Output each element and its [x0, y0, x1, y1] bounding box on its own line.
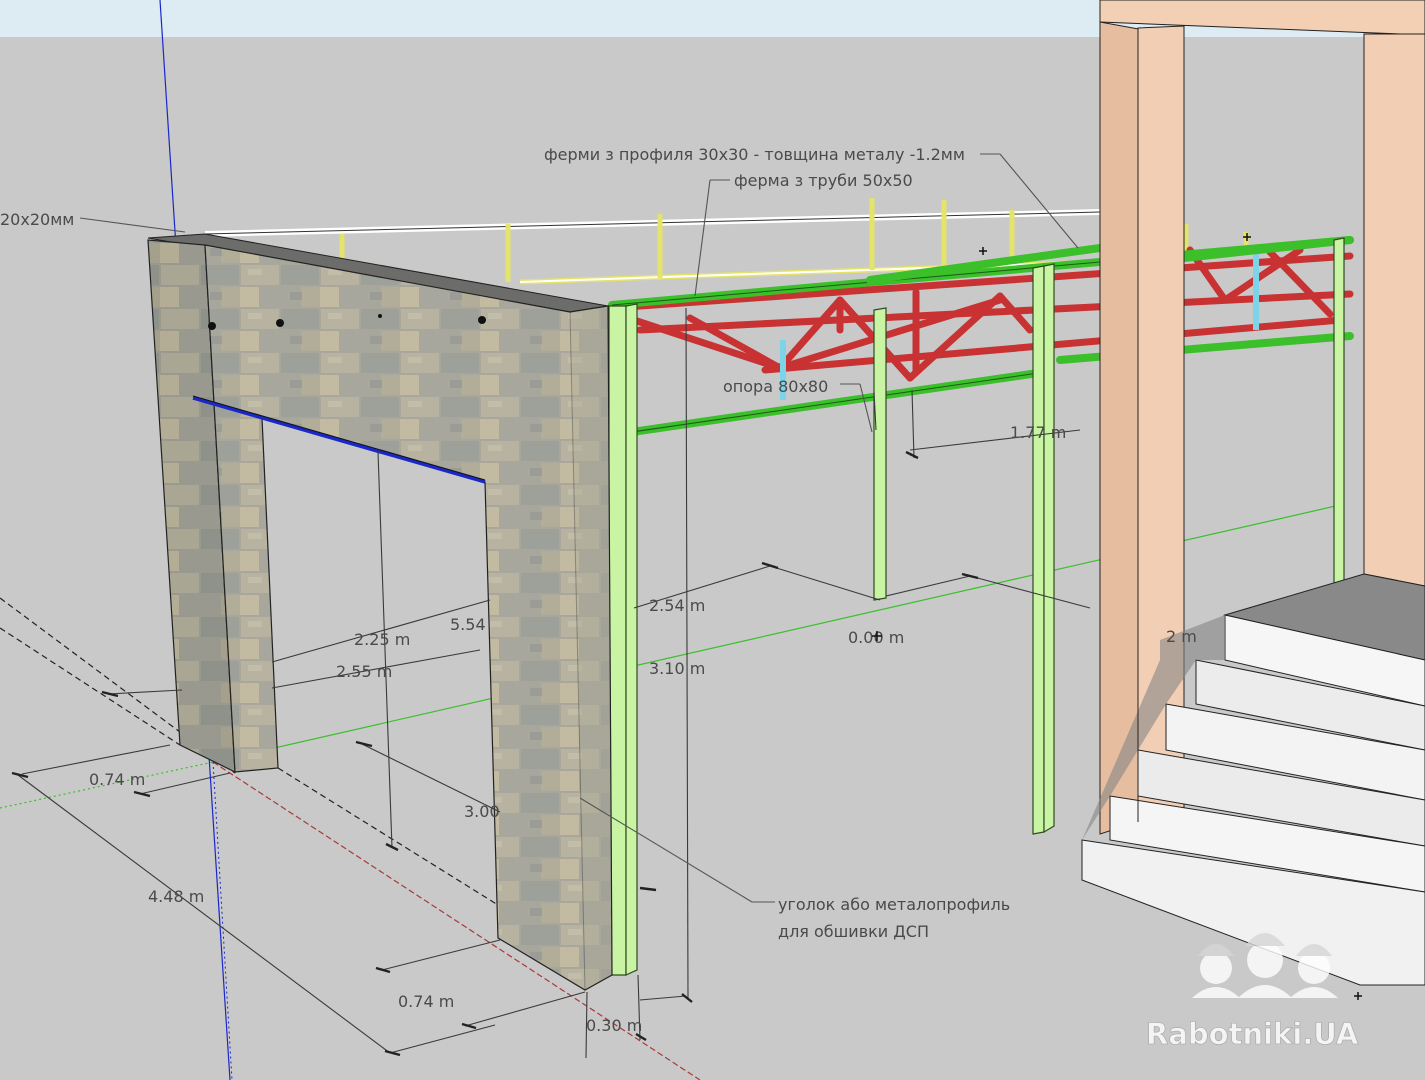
dim-label: 0.30 m	[586, 1016, 642, 1035]
dim-label: 2.54 m	[649, 596, 705, 615]
angle-note-line2: для обшивки ДСП	[778, 922, 929, 941]
truss-profile-note: ферми з профиля 30х30 - товщина металу -…	[544, 145, 965, 164]
dim-label: 3.10 m	[649, 659, 705, 678]
dim-label: 2 m	[1166, 627, 1197, 646]
dim-label: 0.74 m	[89, 770, 145, 789]
dim-label: 3.00	[464, 802, 500, 821]
dim-label: 0.00 m	[848, 628, 904, 647]
dim-label: 5.54	[450, 615, 486, 634]
dim-label: 1.77 m	[1010, 423, 1066, 442]
dim-label: 2.25 m	[354, 630, 410, 649]
sketchup-viewport[interactable]: ферми з профиля 30х30 - товщина металу -…	[0, 0, 1425, 1080]
support-note: опора 80х80	[723, 377, 828, 396]
dim-label: 4.48 m	[148, 887, 204, 906]
watermark-text: Rabotniki.UA	[1146, 1017, 1359, 1051]
truss-pipe-note: ферма з труби 50х50	[734, 171, 913, 190]
angle-note-line1: уголок або металопрофиль	[778, 895, 1010, 914]
dim-label: 2.55 m	[336, 662, 392, 681]
corner-profile-note: 20х20мм	[0, 210, 74, 229]
dim-label: 0.74 m	[398, 992, 454, 1011]
